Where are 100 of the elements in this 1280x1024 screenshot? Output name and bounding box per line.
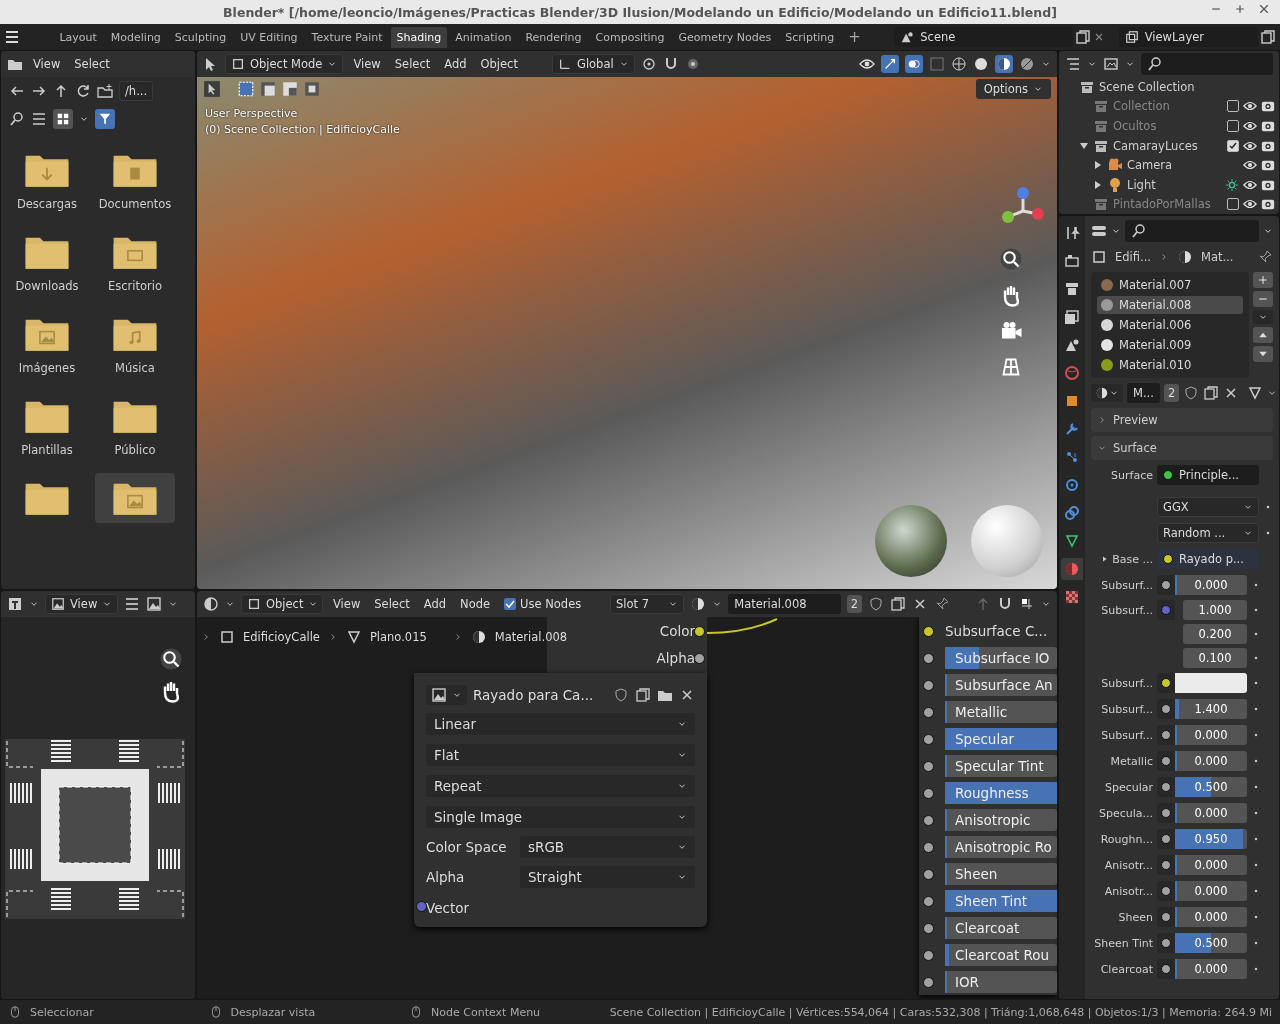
- folder-item[interactable]: Plantillas: [7, 391, 87, 463]
- socket-icon[interactable]: [1161, 678, 1171, 688]
- number-slider[interactable]: 0.000: [1175, 907, 1247, 927]
- material-icon[interactable]: [690, 596, 707, 612]
- gizmo-icon[interactable]: [883, 57, 897, 71]
- material-icon[interactable]: [470, 629, 487, 645]
- user-count[interactable]: 2: [846, 595, 863, 613]
- breadcrumb-item[interactable]: Edifi...: [1115, 250, 1151, 264]
- copy-icon[interactable]: [890, 596, 907, 612]
- view-layer-selector[interactable]: ViewLayer: [1118, 27, 1258, 47]
- copy-icon[interactable]: [1203, 385, 1220, 401]
- folder-item[interactable]: Descargas: [7, 145, 87, 217]
- input-socket[interactable]: [923, 761, 934, 772]
- menu-item[interactable]: Node: [456, 594, 495, 614]
- sun-icon[interactable]: [1225, 177, 1239, 192]
- exclude-checkbox[interactable]: [1227, 139, 1239, 152]
- folder-item[interactable]: Documentos: [95, 145, 175, 217]
- input-socket[interactable]: [923, 707, 934, 718]
- select-subtract-icon[interactable]: [281, 80, 299, 98]
- workspace-tab[interactable]: Animation: [449, 26, 518, 48]
- base-color-link-field[interactable]: Rayado p...: [1157, 549, 1259, 569]
- overlay-icon[interactable]: [907, 57, 921, 71]
- pin-icon[interactable]: [934, 596, 951, 612]
- panel-header[interactable]: Preview: [1091, 408, 1273, 432]
- disclosure-triangle-icon[interactable]: [1093, 160, 1103, 171]
- view-menu[interactable]: View: [45, 594, 119, 614]
- material-icon[interactable]: [1177, 249, 1193, 265]
- outliner-item[interactable]: Camera: [1127, 158, 1239, 173]
- input-socket[interactable]: [923, 788, 934, 799]
- folder-item[interactable]: [95, 473, 175, 523]
- number-slider[interactable]: 1.400: [1175, 699, 1247, 719]
- workspace-tab[interactable]: Rendering: [519, 26, 588, 48]
- breadcrumb-item[interactable]: Material.008: [494, 630, 568, 644]
- pin-icon[interactable]: [1257, 249, 1273, 265]
- number-field[interactable]: 0.200: [1183, 624, 1247, 644]
- outliner-item[interactable]: Light: [1127, 177, 1221, 192]
- node-value-slider[interactable]: Clearcoat: [945, 916, 1057, 939]
- path-field[interactable]: /h...: [119, 81, 154, 101]
- distribution-dropdown[interactable]: GGX: [1157, 497, 1259, 517]
- number-slider[interactable]: 0.500: [1175, 933, 1247, 953]
- material-name-field[interactable]: Material.008: [728, 594, 841, 614]
- object-icon[interactable]: [1091, 249, 1107, 265]
- image-editor-icon[interactable]: [7, 596, 23, 612]
- search-field[interactable]: [1141, 53, 1273, 75]
- display-mode-icon[interactable]: [1103, 56, 1119, 72]
- material-tab-icon[interactable]: [1064, 561, 1080, 577]
- view-tab-icon[interactable]: [1064, 309, 1080, 325]
- search-icon[interactable]: [1131, 223, 1147, 239]
- panel-header[interactable]: Surface: [1091, 436, 1273, 460]
- folder-item[interactable]: Imágenes: [7, 309, 87, 381]
- input-socket[interactable]: [923, 950, 934, 961]
- workspace-tab[interactable]: Texture Paint: [305, 26, 389, 48]
- world-tab-icon[interactable]: [1064, 365, 1080, 381]
- use-nodes-checkbox[interactable]: Use Nodes: [500, 594, 586, 614]
- socket-icon[interactable]: [1161, 938, 1171, 948]
- object-tab-icon[interactable]: [1064, 393, 1080, 409]
- object-type-dropdown[interactable]: Object: [241, 594, 323, 614]
- output-socket[interactable]: [694, 626, 705, 637]
- select-tool-icon[interactable]: [203, 80, 221, 98]
- workspace-tab[interactable]: UV Editing: [234, 26, 304, 48]
- copy-icon[interactable]: [1260, 29, 1276, 45]
- outliner-icon[interactable]: [1065, 56, 1081, 72]
- copy-icon[interactable]: [1074, 29, 1091, 45]
- editor-type-icon[interactable]: [1091, 223, 1107, 239]
- node-value-slider[interactable]: Roughness: [945, 781, 1057, 804]
- number-slider[interactable]: 0.000: [1175, 803, 1247, 823]
- socket-icon[interactable]: [1161, 580, 1171, 590]
- socket-icon[interactable]: [1161, 808, 1171, 818]
- workspace-tab[interactable]: Compositing: [589, 26, 671, 48]
- material-slot[interactable]: Material.009: [1097, 336, 1243, 354]
- workspace-tab[interactable]: Shading: [390, 26, 448, 48]
- node-dropdown[interactable]: Flat: [426, 743, 695, 766]
- scene-selector[interactable]: Scene: [894, 27, 1073, 47]
- image-browse-icon[interactable]: [146, 596, 163, 612]
- subsurface-method-dropdown[interactable]: Random ...: [1157, 523, 1259, 543]
- material-shading-icon[interactable]: [996, 56, 1012, 72]
- number-field[interactable]: 0.100: [1183, 648, 1247, 668]
- close-icon[interactable]: [1258, 3, 1270, 15]
- wireframe-shading-icon[interactable]: [951, 56, 967, 72]
- select-intersect-icon[interactable]: [303, 80, 321, 98]
- particles-tab-icon[interactable]: [1064, 449, 1080, 465]
- input-socket[interactable]: [923, 653, 934, 664]
- mesh-data-icon[interactable]: [1247, 385, 1264, 401]
- node-value-slider[interactable]: Specular: [945, 727, 1057, 750]
- socket-icon[interactable]: [1161, 730, 1171, 740]
- outliner-item[interactable]: PintadoPorMallas: [1113, 197, 1223, 212]
- node-value-slider[interactable]: Anisotropic Ro: [945, 835, 1057, 858]
- zoom-icon[interactable]: [159, 647, 183, 671]
- input-socket[interactable]: [923, 734, 934, 745]
- number-slider[interactable]: 0.000: [1175, 959, 1247, 979]
- menu-icon[interactable]: [124, 596, 141, 612]
- constraints-tab-icon[interactable]: [1064, 505, 1080, 521]
- node-value-slider[interactable]: Clearcoat Rou: [945, 943, 1057, 966]
- material-slot[interactable]: Material.007: [1097, 276, 1243, 294]
- select-extend-icon[interactable]: [259, 80, 277, 98]
- modifier-tab-icon[interactable]: [1064, 421, 1080, 437]
- image-browse-button[interactable]: [426, 684, 467, 705]
- node-dropdown[interactable]: Straight: [520, 866, 695, 888]
- socket-icon[interactable]: [1161, 912, 1171, 922]
- node-dropdown[interactable]: Single Image: [426, 805, 695, 828]
